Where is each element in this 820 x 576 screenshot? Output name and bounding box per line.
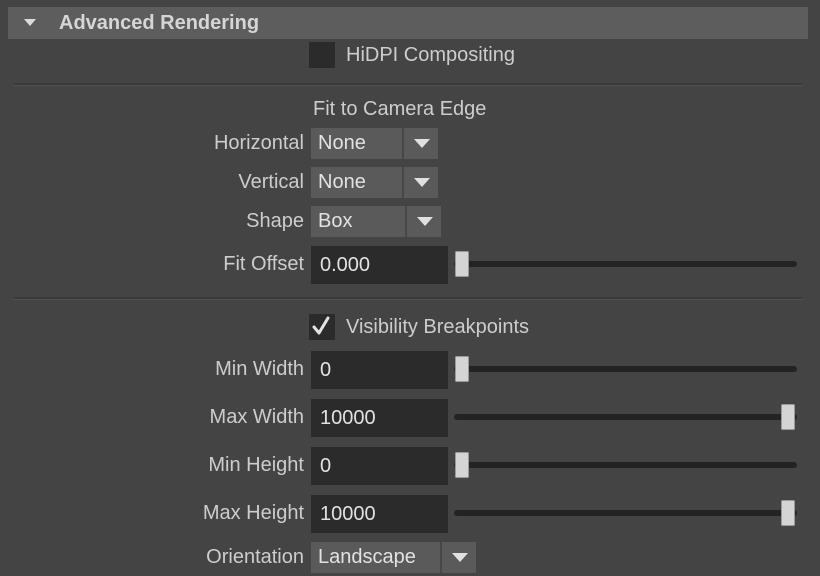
chevron-down-icon bbox=[414, 139, 430, 148]
orientation-label: Orientation bbox=[206, 546, 304, 568]
max-height-slider-handle[interactable] bbox=[781, 500, 795, 526]
chevron-down-icon bbox=[417, 217, 433, 226]
min-width-slider[interactable] bbox=[454, 366, 797, 372]
orientation-dropdown[interactable]: Landscape bbox=[311, 542, 476, 573]
max-width-label: Max Width bbox=[209, 406, 304, 428]
fit-offset-slider[interactable] bbox=[454, 261, 797, 267]
fit-to-camera-edge-heading: Fit to Camera Edge bbox=[313, 98, 487, 120]
hidpi-compositing-label: HiDPI Compositing bbox=[346, 44, 515, 66]
section-title: Advanced Rendering bbox=[59, 12, 260, 34]
vertical-dropdown[interactable]: None bbox=[311, 167, 438, 198]
fit-offset-slider-handle[interactable] bbox=[455, 251, 469, 277]
orientation-value: Landscape bbox=[318, 546, 416, 568]
horizontal-label: Horizontal bbox=[213, 132, 304, 154]
max-width-field[interactable]: 10000 bbox=[311, 399, 448, 437]
visibility-breakpoints-checkbox[interactable] bbox=[309, 314, 335, 340]
min-height-slider-handle[interactable] bbox=[455, 452, 469, 478]
shape-value: Box bbox=[318, 210, 353, 232]
max-width-slider[interactable] bbox=[454, 414, 797, 420]
vertical-label: Vertical bbox=[238, 171, 304, 193]
min-height-slider[interactable] bbox=[454, 462, 797, 468]
shape-label: Shape bbox=[246, 210, 304, 232]
min-height-value: 0 bbox=[320, 455, 332, 477]
horizontal-value: None bbox=[318, 132, 366, 154]
fit-offset-label: Fit Offset bbox=[223, 253, 304, 275]
max-height-field[interactable]: 10000 bbox=[311, 495, 448, 533]
max-width-value: 10000 bbox=[320, 407, 376, 429]
shape-dropdown[interactable]: Box bbox=[311, 206, 441, 237]
min-height-label: Min Height bbox=[208, 454, 304, 476]
max-height-label: Max Height bbox=[202, 502, 304, 524]
shape-dropdown-button[interactable] bbox=[405, 206, 441, 237]
min-width-field[interactable]: 0 bbox=[311, 351, 448, 389]
min-width-slider-handle[interactable] bbox=[455, 356, 469, 382]
orientation-dropdown-button[interactable] bbox=[440, 542, 476, 573]
horizontal-dropdown[interactable]: None bbox=[311, 128, 438, 159]
section-header-advanced-rendering[interactable]: Advanced Rendering bbox=[8, 7, 808, 39]
fit-offset-field[interactable]: 0.000 bbox=[311, 246, 448, 284]
min-height-field[interactable]: 0 bbox=[311, 447, 448, 485]
chevron-down-icon bbox=[414, 178, 430, 187]
max-height-slider[interactable] bbox=[454, 510, 797, 516]
vertical-value: None bbox=[318, 171, 366, 193]
max-width-slider-handle[interactable] bbox=[781, 404, 795, 430]
horizontal-dropdown-button[interactable] bbox=[402, 128, 438, 159]
hidpi-compositing-checkbox[interactable] bbox=[309, 42, 335, 68]
visibility-breakpoints-label: Visibility Breakpoints bbox=[346, 316, 530, 338]
chevron-down-icon bbox=[452, 553, 468, 562]
triangle-down-icon[interactable] bbox=[24, 19, 36, 26]
checkmark-icon bbox=[312, 316, 330, 335]
vertical-dropdown-button[interactable] bbox=[402, 167, 438, 198]
divider bbox=[14, 83, 802, 86]
min-width-label: Min Width bbox=[215, 358, 304, 380]
max-height-value: 10000 bbox=[320, 503, 376, 525]
fit-offset-value: 0.000 bbox=[320, 254, 371, 276]
divider bbox=[14, 297, 802, 300]
min-width-value: 0 bbox=[320, 359, 332, 381]
